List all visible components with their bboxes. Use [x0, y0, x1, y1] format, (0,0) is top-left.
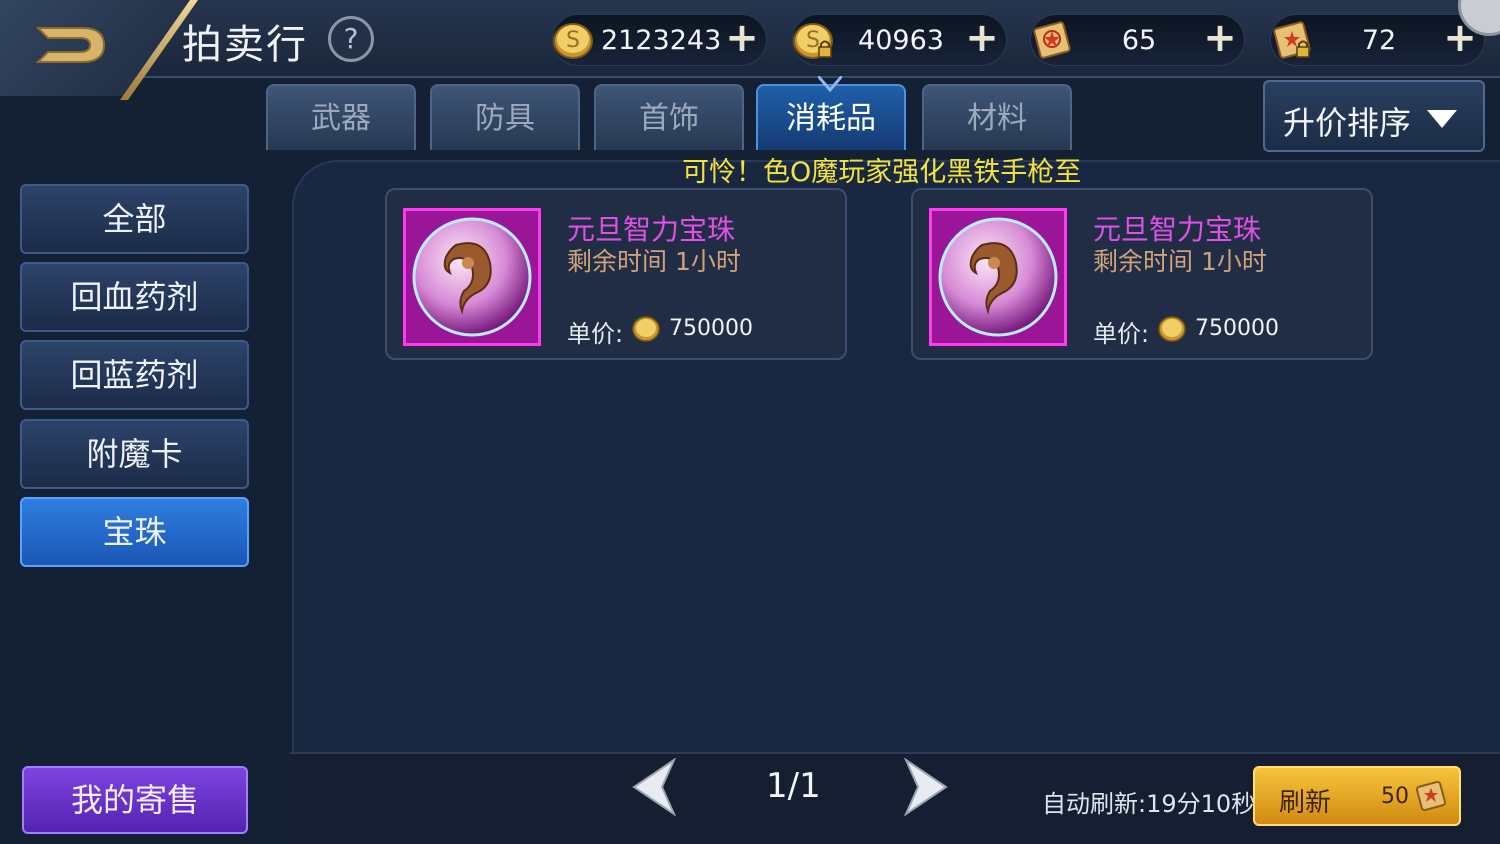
scroll-value: 65	[1121, 25, 1157, 56]
gold-coin-icon	[632, 316, 660, 342]
add-scroll-button[interactable]: +	[1202, 18, 1238, 58]
next-page-arrow-icon[interactable]	[900, 758, 956, 816]
locked-gold-value: 40963	[858, 25, 944, 56]
item-price: 750000	[1195, 316, 1279, 341]
help-button[interactable]: ?	[328, 16, 374, 62]
svg-text:S: S	[806, 28, 820, 53]
tab-materials[interactable]: 材料	[922, 84, 1072, 150]
item-card[interactable]: 元旦智力宝珠 剩余时间 1小时 单价: 750000	[911, 188, 1373, 360]
category-orb[interactable]: 宝珠	[20, 497, 249, 567]
locked-gold-coin-icon: S	[793, 23, 833, 59]
tab-armor[interactable]: 防具	[430, 84, 580, 150]
my-consignment-button[interactable]: 我的寄售	[22, 766, 248, 834]
scroll-icon	[1033, 21, 1071, 59]
previous-page-arrow-icon[interactable]	[624, 758, 680, 816]
currency-locked-gold: S 40963 +	[792, 14, 1007, 66]
tab-consumables[interactable]: 消耗品	[756, 84, 906, 150]
category-mp-potion[interactable]: 回蓝药剂	[20, 340, 249, 410]
category-enchant-card[interactable]: 附魔卡	[20, 419, 249, 489]
auto-refresh-countdown: 自动刷新:19分10秒	[1042, 790, 1256, 818]
gold-value: 2123243	[601, 25, 722, 56]
sort-label: 升价排序	[1283, 104, 1412, 142]
currency-scroll: 65 +	[1030, 14, 1245, 66]
item-card[interactable]: 元旦智力宝珠 剩余时间 1小时 单价: 750000	[385, 188, 847, 360]
page-title: 拍卖行	[182, 22, 308, 68]
tab-jewelry[interactable]: 首饰	[594, 84, 744, 150]
refresh-button[interactable]: 刷新 50	[1253, 766, 1461, 826]
item-price-label: 单价:	[1093, 320, 1150, 348]
category-hp-potion[interactable]: 回血药剂	[20, 262, 249, 332]
gold-coin-icon	[1158, 316, 1186, 342]
item-orb-icon	[403, 208, 541, 346]
scroll-icon	[1415, 780, 1447, 812]
item-price-label: 单价:	[567, 320, 624, 348]
back-arrow-icon[interactable]	[30, 22, 110, 68]
sort-dropdown[interactable]: 升价排序	[1263, 80, 1485, 152]
add-locked-gold-button[interactable]: +	[964, 18, 1000, 58]
category-all[interactable]: 全部	[20, 184, 249, 254]
currency-gold: S 2123243 +	[552, 14, 767, 66]
currency-locked-scroll: 72 +	[1270, 14, 1485, 66]
chevron-down-icon	[1427, 110, 1457, 128]
item-remaining-time: 剩余时间 1小时	[567, 247, 741, 276]
svg-text:S: S	[566, 28, 580, 53]
item-remaining-time: 剩余时间 1小时	[1093, 247, 1267, 276]
refresh-cost: 50	[1381, 784, 1409, 809]
announcement-ticker: 可怜！色O魔玩家强化黑铁手枪至	[682, 157, 1082, 188]
page-indicator: 1/1	[766, 766, 821, 806]
gold-coin-icon: S	[553, 23, 593, 59]
locked-scroll-value: 72	[1361, 25, 1397, 56]
locked-scroll-icon	[1273, 21, 1311, 59]
item-price: 750000	[669, 316, 753, 341]
add-gold-button[interactable]: +	[724, 18, 760, 58]
active-tab-pointer-icon	[818, 76, 842, 92]
item-orb-icon	[929, 208, 1067, 346]
tab-weapons[interactable]: 武器	[266, 84, 416, 150]
refresh-label: 刷新	[1279, 788, 1332, 818]
